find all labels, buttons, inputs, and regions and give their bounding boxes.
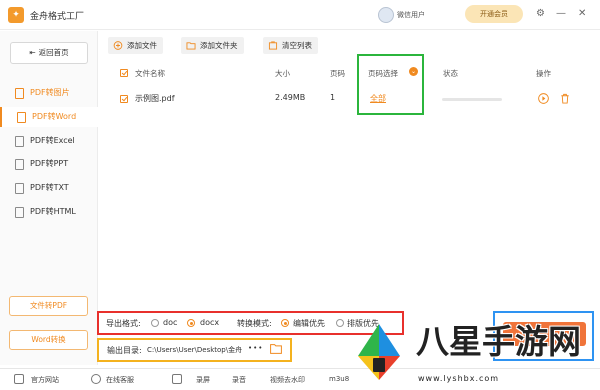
back-arrow-icon: ⇤	[29, 48, 36, 57]
back-home-label: 返回首页	[38, 48, 69, 57]
output-dir-highlight-box	[97, 338, 292, 362]
sidebar-item-label: PDF转Excel	[30, 136, 75, 145]
user-name[interactable]: 微信用户	[397, 10, 425, 20]
footer-video-watermark[interactable]: 视频去水印	[270, 375, 305, 385]
file-pages-cell: 1	[330, 93, 336, 102]
document-icon	[15, 183, 24, 194]
table-header: 文件名称 大小 页码 页码选择 ⌄ 状态 操作	[110, 63, 590, 83]
vip-button[interactable]: 开通会员	[465, 5, 523, 23]
add-folder-button[interactable]: 添加文件夹	[181, 37, 244, 54]
file-to-pdf-button[interactable]: 文件转PDF	[9, 296, 88, 316]
user-avatar[interactable]	[378, 7, 394, 23]
sidebar-item-pdf-to-excel[interactable]: PDF转Excel	[0, 131, 98, 151]
sidebar-item-label: PDF转PPT	[30, 159, 69, 168]
clear-icon	[268, 41, 278, 50]
settings-icon[interactable]: ⚙	[536, 8, 545, 20]
document-icon	[17, 112, 26, 123]
watermark-logo-icon	[358, 324, 400, 380]
sidebar-item-label: PDF转HTML	[30, 207, 76, 216]
sidebar-item-pdf-to-image[interactable]: PDF转图片	[0, 83, 98, 103]
website-icon	[14, 374, 24, 384]
footer-online-support[interactable]: 在线客服	[106, 375, 134, 385]
add-file-icon	[113, 41, 123, 50]
sidebar-item-label: PDF转TXT	[30, 183, 69, 192]
sidebar-item-pdf-to-word[interactable]: PDF转Word	[0, 107, 98, 127]
trash-icon[interactable]	[560, 93, 570, 104]
footer-record-audio[interactable]: 录音	[232, 375, 246, 385]
table-row[interactable]: 示例图.pdf 2.49MB 1 全部	[110, 88, 590, 110]
document-icon	[15, 136, 24, 147]
conversion-progress-bar	[442, 98, 502, 101]
footer-official-site[interactable]: 官方网站	[31, 375, 59, 385]
file-size-cell: 2.49MB	[275, 93, 306, 102]
site-watermark: 八星手游网 www.lyshbx.com	[340, 318, 598, 390]
header-file-name: 文件名称	[135, 69, 165, 78]
document-icon	[15, 207, 24, 218]
app-title: 金舟格式工厂	[30, 12, 85, 22]
sidebar: ⇤ 返回首页 PDF转图片 PDF转Word PDF转Excel PDF转PPT …	[0, 31, 98, 365]
minimize-icon[interactable]: —	[556, 8, 566, 20]
sidebar-item-pdf-to-txt[interactable]: PDF转TXT	[0, 178, 98, 198]
title-bar: ✦ 金舟格式工厂 微信用户 开通会员 ⚙ — ✕	[0, 0, 600, 30]
select-all-checkbox[interactable]	[120, 69, 128, 77]
page-select-highlight-box	[357, 54, 424, 115]
word-convert-button[interactable]: Word转换	[9, 330, 88, 350]
sidebar-item-label: PDF转图片	[30, 88, 70, 97]
clear-list-button[interactable]: 清空列表	[263, 37, 318, 54]
add-folder-label: 添加文件夹	[200, 41, 238, 50]
header-status: 状态	[443, 69, 458, 78]
row-checkbox[interactable]	[120, 95, 128, 103]
sidebar-item-pdf-to-ppt[interactable]: PDF转PPT	[0, 154, 98, 174]
footer-record-screen[interactable]: 录屏	[196, 375, 210, 385]
header-size: 大小	[275, 69, 290, 78]
watermark-url: www.lyshbx.com	[418, 374, 500, 383]
record-screen-icon	[172, 374, 182, 384]
folder-icon	[186, 42, 196, 50]
sidebar-item-pdf-to-html[interactable]: PDF转HTML	[0, 202, 98, 222]
header-action: 操作	[536, 69, 551, 78]
header-pages: 页码	[330, 69, 345, 78]
document-icon	[15, 88, 24, 99]
clear-list-label: 清空列表	[282, 41, 312, 50]
document-icon	[15, 159, 24, 170]
close-icon[interactable]: ✕	[578, 8, 586, 20]
play-icon[interactable]	[538, 93, 549, 104]
add-file-label: 添加文件	[127, 41, 157, 50]
app-logo-icon: ✦	[8, 7, 24, 23]
sidebar-item-label: PDF转Word	[32, 112, 77, 121]
support-icon	[91, 374, 101, 384]
file-name-cell: 示例图.pdf	[135, 94, 175, 103]
back-home-button[interactable]: ⇤ 返回首页	[10, 42, 88, 64]
watermark-text: 八星手游网	[416, 322, 581, 361]
add-file-button[interactable]: 添加文件	[108, 37, 163, 54]
